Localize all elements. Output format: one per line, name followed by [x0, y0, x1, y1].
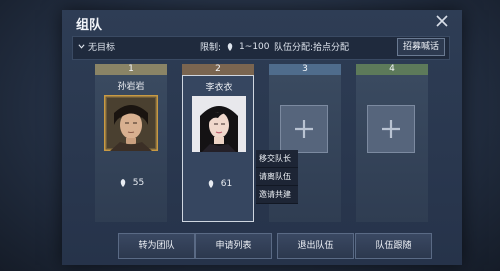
- limit-range: 1~100: [239, 41, 270, 52]
- avatar: [104, 95, 158, 151]
- team-slot-2[interactable]: 2 李衣衣 61: [182, 64, 254, 222]
- avatar: [192, 96, 246, 152]
- add-member-button[interactable]: [367, 105, 415, 153]
- slot-body: [356, 75, 428, 222]
- distribution-setting[interactable]: 队伍分配:拾点分配: [274, 40, 349, 53]
- target-dropdown[interactable]: 无目标: [78, 40, 115, 53]
- slot-body: 孙岩岩 55: [95, 75, 167, 222]
- member-name: 李衣衣: [205, 83, 233, 93]
- add-member-button[interactable]: [280, 105, 328, 153]
- application-list-button[interactable]: 申请列表: [195, 233, 272, 259]
- power-icon: [120, 179, 126, 187]
- chevron-down-icon: [78, 44, 85, 49]
- add-member-icon: [295, 120, 313, 138]
- member-name: 孙岩岩: [117, 82, 145, 92]
- menu-item-transfer-leader[interactable]: 移交队长: [256, 150, 298, 168]
- team-slot-1[interactable]: 1 孙岩岩 55: [95, 64, 167, 222]
- power-icon: [208, 180, 214, 188]
- panel-title: 组队: [76, 18, 103, 33]
- team-follow-button[interactable]: 队伍跟随: [355, 233, 432, 259]
- add-member-icon: [382, 120, 400, 138]
- limit-label: 限制:: [200, 43, 222, 53]
- power-value: 61: [220, 179, 233, 189]
- slot-number: 1: [95, 64, 167, 75]
- menu-item-invite-build[interactable]: 邀请共建: [256, 186, 298, 204]
- power-value: 55: [132, 178, 145, 188]
- leave-team-button[interactable]: 退出队伍: [277, 233, 354, 259]
- target-label: 无目标: [88, 43, 116, 53]
- slot-body: 李衣衣 61: [182, 75, 254, 222]
- power-icon: [227, 42, 233, 51]
- member-context-menu: 移交队长 请离队伍 邀请共建: [256, 150, 298, 204]
- recruit-button[interactable]: 招募喊话: [397, 38, 445, 56]
- menu-item-kick-member[interactable]: 请离队伍: [256, 168, 298, 186]
- team-slot-4[interactable]: 4: [356, 64, 428, 222]
- level-limit[interactable]: 限制: 1~100: [200, 40, 270, 54]
- slot-number: 3: [269, 64, 341, 75]
- convert-to-raid-button[interactable]: 转为团队: [118, 233, 195, 259]
- member-power: 61: [183, 179, 255, 189]
- slot-number: 4: [356, 64, 428, 75]
- member-power: 55: [95, 178, 167, 188]
- slot-number: 2: [182, 64, 254, 75]
- close-icon[interactable]: [434, 13, 450, 29]
